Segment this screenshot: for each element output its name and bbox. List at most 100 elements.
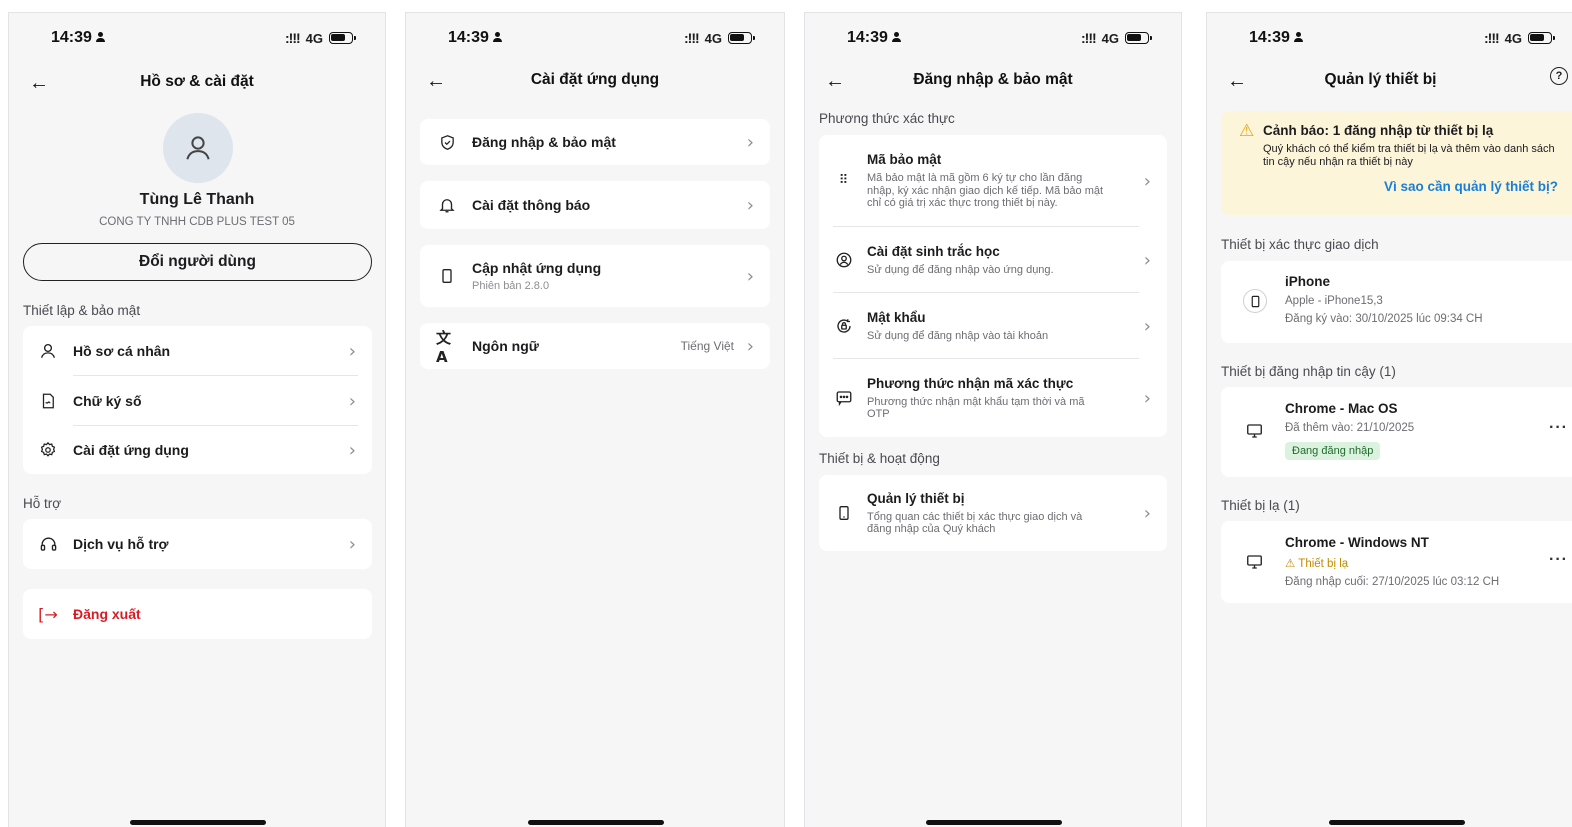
monitor-icon [1243, 420, 1265, 442]
section-tx-devices: Thiết bị xác thực giao dịch [1221, 237, 1379, 252]
auth-item-otp-method[interactable]: Phương thức nhận mã xác thực Phương thức… [819, 359, 1167, 437]
nav-bar: ← Cài đặt ứng dụng [406, 67, 784, 97]
person-icon [37, 340, 59, 362]
more-options-icon[interactable]: ··· [1549, 551, 1568, 569]
chevron-right-icon: › [1143, 315, 1151, 337]
screen-profile-settings: 14:39 :!!! 4G ← Hồ sơ & cài đặt Tùng Lê T… [8, 12, 386, 827]
menu-item-support-service[interactable]: Dịch vụ hỗ trợ › [23, 519, 372, 569]
chevron-right-icon: › [746, 335, 754, 357]
menu-item-device-management[interactable]: Quản lý thiết bị Tổng quan các thiết bị … [819, 475, 1167, 551]
chevron-right-icon: › [1143, 170, 1151, 192]
shield-icon [436, 131, 458, 153]
auth-item-desc: Sử dụng để đăng nhập vào ứng dụng. [867, 263, 1054, 276]
status-badge: Đang đăng nhập [1285, 442, 1381, 460]
auth-item-biometrics[interactable]: Cài đặt sinh trắc học Sử dụng để đăng nh… [819, 227, 1167, 293]
chevron-right-icon: › [746, 194, 754, 216]
auth-item-desc: Sử dụng để đăng nhập vào tài khoản [867, 329, 1049, 342]
page-title: Hồ sơ & cài đặt [140, 73, 254, 90]
section-auth-methods: Phương thức xác thực [819, 111, 955, 126]
menu-item-app-settings[interactable]: Cài đặt ứng dụng › [23, 426, 372, 474]
network-label: 4G [305, 30, 323, 46]
person-icon [186, 136, 210, 160]
battery-icon [728, 32, 755, 44]
monitor-icon [1243, 551, 1265, 573]
chevron-right-icon: › [348, 439, 356, 461]
settings-item-label: Cập nhật ứng dụng [472, 260, 602, 276]
help-icon[interactable]: ? [1550, 67, 1568, 85]
status-time: 14:39 [1249, 29, 1290, 46]
status-bar: 14:39 :!!! 4G [406, 29, 784, 51]
screen-device-management: 14:39 :!!! 4G ← Quản lý thiết bị ? ⚠ Cảnh… [1206, 12, 1572, 827]
page-title: Quản lý thiết bị [1324, 71, 1437, 88]
signal-icon: :!!! [1081, 30, 1097, 46]
language-value: Tiếng Việt [680, 339, 734, 353]
switch-user-button[interactable]: Đổi người dùng [23, 243, 372, 281]
menu-item-digital-signature[interactable]: Chữ ký số › [23, 376, 372, 426]
chevron-right-icon: › [1143, 249, 1151, 271]
signal-icon: :!!! [1484, 30, 1500, 46]
settings-item-label: Đăng nhập & bảo mật [472, 134, 616, 150]
logout-label: Đăng xuất [73, 606, 141, 622]
device-last-login: Đăng nhập cuối: 27/10/2025 lúc 03:12 CH [1285, 576, 1500, 588]
app-version: Phiên bản 2.8.0 [472, 280, 550, 292]
status-bar: 14:39 :!!! 4G [1207, 29, 1572, 51]
person-status-icon [492, 32, 502, 42]
warning-icon: ⚠ [1239, 121, 1255, 140]
settings-item-notifications[interactable]: Cài đặt thông báo › [420, 181, 770, 229]
strange-device-card[interactable]: Chrome - Windows NT ⚠ Thiết bị lạ Đăng n… [1221, 521, 1572, 603]
home-indicator [926, 820, 1062, 825]
device-name: Chrome - Mac OS [1285, 401, 1398, 416]
chevron-right-icon: › [1143, 502, 1151, 524]
device-name: iPhone [1285, 274, 1331, 289]
status-time: 14:39 [448, 29, 489, 46]
page-title: Cài đặt ứng dụng [530, 71, 660, 88]
auth-item-desc: Mã bảo mật là mã gồm 6 ký tự cho lần đăn… [867, 172, 1104, 210]
nav-bar: ← Hồ sơ & cài đặt [9, 69, 385, 99]
headset-icon [37, 533, 59, 555]
phone-icon [436, 265, 458, 287]
battery-icon [329, 32, 356, 44]
status-bar: 14:39 :!!! 4G [9, 29, 385, 51]
nav-bar: ← Đăng nhập & bảo mật [805, 67, 1181, 97]
warning-body: Quý khách có thể kiểm tra thiết bị lạ và… [1263, 143, 1555, 168]
auth-item-label: Cài đặt sinh trắc học [867, 243, 1000, 259]
phone-icon [1243, 289, 1267, 313]
devices-card: Quản lý thiết bị Tổng quan các thiết bị … [819, 475, 1167, 551]
chevron-right-icon: › [746, 131, 754, 153]
lock-refresh-icon [833, 315, 855, 337]
face-id-icon [833, 249, 855, 271]
auth-methods-card: ⠿ Mã bảo mật Mã bảo mật là mã gồm 6 ký t… [819, 135, 1167, 437]
trusted-device-card[interactable]: Chrome - Mac OS Đã thêm vào: 21/10/2025 … [1221, 387, 1572, 477]
section-devices-activity: Thiết bị & hoạt động [819, 451, 940, 466]
why-manage-devices-link[interactable]: Vì sao cần quản lý thiết bị? [1384, 179, 1558, 194]
tx-device-card[interactable]: iPhone Apple - iPhone15,3 Đăng ký vào: 3… [1221, 261, 1572, 343]
phone-icon [833, 502, 855, 524]
settings-item-login-security[interactable]: Đăng nhập & bảo mật › [420, 119, 770, 165]
section-setup-security: Thiết lập & bảo mật [23, 303, 141, 318]
auth-item-password[interactable]: Mật khẩu Sử dụng để đăng nhập vào tài kh… [819, 293, 1167, 359]
menu-item-label: Dịch vụ hỗ trợ [73, 536, 169, 552]
more-options-icon[interactable]: ··· [1549, 419, 1568, 437]
battery-icon [1528, 32, 1555, 44]
chevron-right-icon: › [348, 533, 356, 555]
settings-item-language[interactable]: 文A Ngôn ngữ Tiếng Việt › [420, 323, 770, 369]
gear-icon [37, 439, 59, 461]
person-status-icon [95, 32, 105, 42]
menu-item-label: Chữ ký số [73, 393, 142, 409]
status-time: 14:39 [847, 29, 888, 46]
settings-item-app-update[interactable]: Cập nhật ứng dụng Phiên bản 2.8.0 › [420, 245, 770, 307]
strange-device-flag: Thiết bị lạ [1298, 558, 1349, 570]
device-registered: Đăng ký vào: 30/10/2025 lúc 09:34 CH [1285, 313, 1483, 325]
logout-button[interactable]: [→ Đăng xuất [23, 589, 372, 639]
home-indicator [130, 820, 266, 825]
avatar[interactable] [163, 113, 233, 183]
keypad-icon: ⠿ [838, 173, 850, 188]
menu-item-profile[interactable]: Hồ sơ cá nhân › [23, 326, 372, 376]
device-added: Đã thêm vào: 21/10/2025 [1285, 422, 1415, 434]
auth-item-security-code[interactable]: ⠿ Mã bảo mật Mã bảo mật là mã gồm 6 ký t… [819, 135, 1167, 227]
home-indicator [1329, 820, 1465, 825]
user-name: Tùng Lê Thanh [139, 191, 255, 208]
warning-title: Cảnh báo: 1 đăng nhập từ thiết bị lạ [1263, 123, 1494, 138]
logout-icon: [→ [38, 604, 58, 624]
support-card: Dịch vụ hỗ trợ › [23, 519, 372, 569]
